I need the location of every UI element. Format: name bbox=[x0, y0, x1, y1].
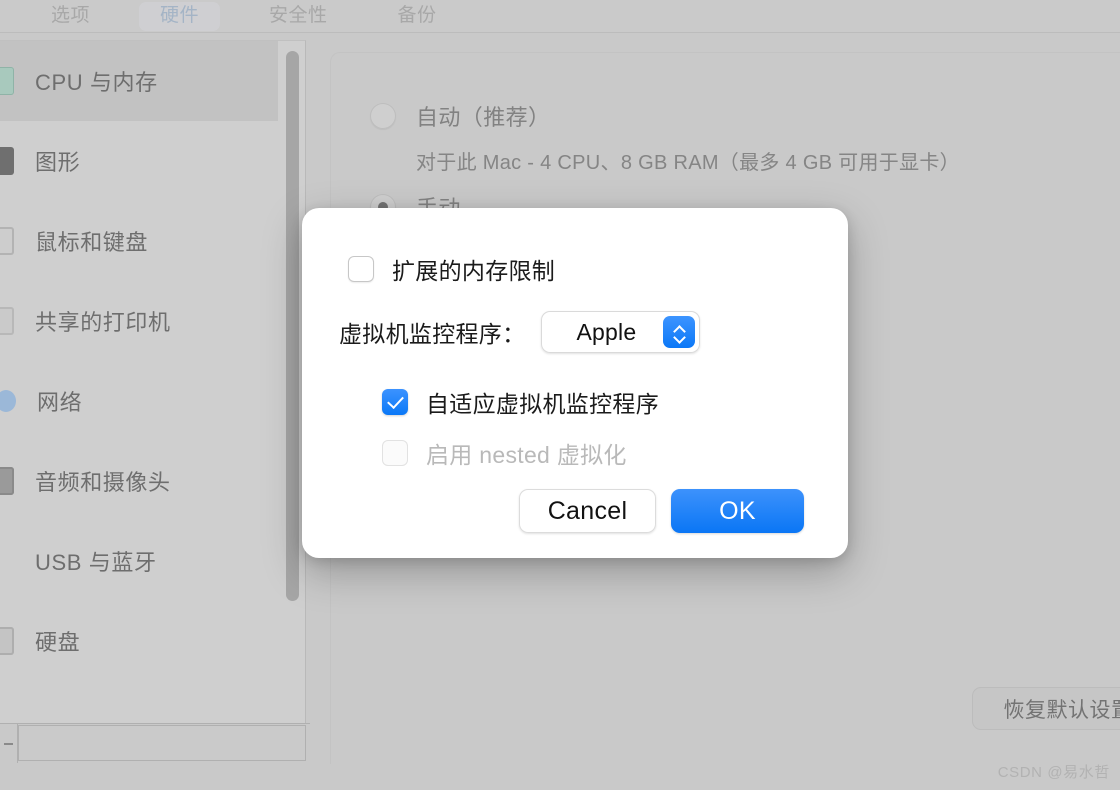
usb-bluetooth-icon bbox=[0, 547, 14, 575]
sidebar-item-label: 图形 bbox=[35, 150, 81, 175]
ok-button[interactable]: OK bbox=[671, 489, 804, 533]
extended-memory-limit-row[interactable]: 扩展的内存限制 bbox=[348, 252, 555, 286]
mouse-keyboard-icon bbox=[0, 227, 14, 255]
cancel-button[interactable]: Cancel bbox=[519, 489, 656, 533]
sidebar-item-shared-printer[interactable]: 共享的打印机 bbox=[0, 281, 278, 361]
extended-memory-limit-checkbox[interactable] bbox=[348, 256, 374, 282]
tab-backup[interactable]: 备份 bbox=[377, 2, 458, 31]
tab-bar: 选项 硬件 安全性 备份 bbox=[0, 0, 1120, 33]
hypervisor-selected-value: Apple bbox=[576, 318, 637, 345]
minus-icon bbox=[4, 742, 13, 745]
sidebar-item-network[interactable]: 网络 bbox=[0, 361, 278, 441]
up-down-chevron-icon[interactable] bbox=[663, 316, 696, 348]
nested-virtualization-checkbox bbox=[382, 440, 408, 466]
hypervisor-select[interactable]: Apple bbox=[541, 311, 701, 353]
radio-automatic-label: 自动（推荐） bbox=[416, 105, 551, 130]
sidebar-item-hard-disk[interactable]: 硬盘 bbox=[0, 601, 278, 681]
hypervisor-row: 虚拟机监控程序： Apple bbox=[339, 311, 701, 353]
advanced-memory-settings-dialog: 扩展的内存限制 虚拟机监控程序： Apple 自适应虚拟机监控程序 启用 nes… bbox=[302, 208, 848, 558]
radio-automatic-indicator[interactable] bbox=[370, 103, 396, 129]
sidebar-bottom-toolbar bbox=[0, 723, 310, 763]
sidebar-item-usb-bluetooth[interactable]: USB 与蓝牙 bbox=[0, 521, 278, 601]
hard-disk-icon bbox=[0, 627, 14, 655]
cpu-memory-icon bbox=[0, 67, 14, 95]
audio-camera-icon bbox=[0, 467, 14, 495]
chevron-down-icon bbox=[674, 334, 685, 340]
hypervisor-label: 虚拟机监控程序： bbox=[339, 321, 526, 347]
sidebar-item-label: USB 与蓝牙 bbox=[35, 550, 157, 575]
sidebar-item-label: 鼠标和键盘 bbox=[35, 230, 149, 255]
tab-options[interactable]: 选项 bbox=[30, 2, 111, 31]
sidebar-item-audio-camera[interactable]: 音频和摄像头 bbox=[0, 441, 278, 521]
tab-hardware[interactable]: 硬件 bbox=[139, 2, 221, 31]
sidebar-scrollbar[interactable] bbox=[286, 51, 299, 731]
hardware-sidebar: CPU 与内存 图形 鼠标和键盘 共享的打印机 网络 音频和摄像头 USB 与蓝… bbox=[0, 40, 306, 752]
restore-defaults-button[interactable]: 恢复默认设置 bbox=[972, 687, 1120, 730]
toolbar-field[interactable] bbox=[18, 725, 306, 761]
shared-printer-icon bbox=[0, 307, 14, 335]
sidebar-item-mouse-keyboard[interactable]: 鼠标和键盘 bbox=[0, 201, 278, 281]
nested-virtualization-row: 启用 nested 虚拟化 bbox=[382, 436, 627, 470]
sidebar-item-list: CPU 与内存 图形 鼠标和键盘 共享的打印机 网络 音频和摄像头 USB 与蓝… bbox=[0, 41, 278, 681]
dialog-button-bar: Cancel OK bbox=[302, 489, 848, 533]
sidebar-item-label: 硬盘 bbox=[35, 630, 81, 655]
sidebar-scrollbar-thumb[interactable] bbox=[286, 51, 299, 601]
virtual-machine-settings-window: 选项 硬件 安全性 备份 CPU 与内存 图形 鼠标和键盘 共享的打印机 网络 … bbox=[0, 0, 1120, 790]
sidebar-item-graphics[interactable]: 图形 bbox=[0, 121, 278, 201]
adaptive-hypervisor-checkbox[interactable] bbox=[382, 389, 408, 415]
network-icon bbox=[0, 390, 16, 412]
sidebar-item-label: 音频和摄像头 bbox=[35, 470, 171, 495]
chevron-up-icon bbox=[674, 325, 685, 331]
adaptive-hypervisor-label: 自适应虚拟机监控程序 bbox=[426, 391, 659, 417]
adaptive-hypervisor-row[interactable]: 自适应虚拟机监控程序 bbox=[382, 385, 659, 419]
tab-security[interactable]: 安全性 bbox=[248, 2, 349, 31]
sidebar-item-label: CPU 与内存 bbox=[35, 70, 158, 95]
graphics-icon bbox=[0, 147, 14, 175]
sidebar-item-label: 共享的打印机 bbox=[35, 310, 171, 335]
extended-memory-limit-label: 扩展的内存限制 bbox=[392, 258, 556, 284]
restore-defaults-label: 恢复默认设置 bbox=[1003, 698, 1120, 722]
sidebar-item-cpu-memory[interactable]: CPU 与内存 bbox=[0, 41, 278, 121]
nested-virtualization-label: 启用 nested 虚拟化 bbox=[426, 442, 627, 468]
watermark: CSDN @易水哲 bbox=[997, 764, 1110, 781]
remove-device-button[interactable] bbox=[0, 724, 18, 763]
radio-option-automatic[interactable]: 自动（推荐） bbox=[331, 53, 1120, 132]
sidebar-item-label: 网络 bbox=[37, 390, 83, 415]
automatic-description: 对于此 Mac - 4 CPU、8 GB RAM（最多 4 GB 可用于显卡） bbox=[416, 152, 960, 174]
